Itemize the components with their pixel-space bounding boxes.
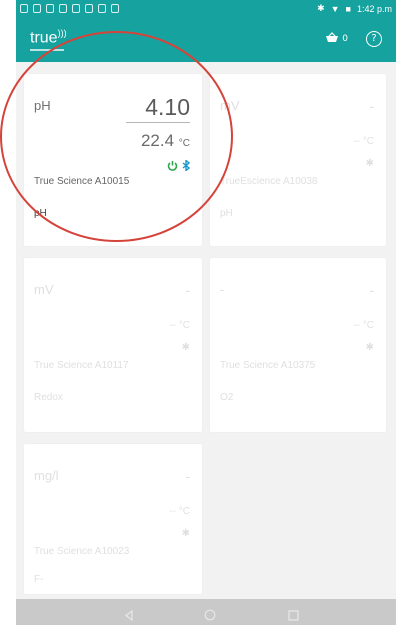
card-unit: mV	[220, 98, 240, 113]
notification-icon	[85, 4, 93, 13]
bluetooth-icon: ✱	[181, 342, 190, 353]
device-grid: pH 4.10 22.4 °C True Science A10015 pH m…	[16, 62, 396, 599]
device-card[interactable]: mV - -- °C ✱ True Science A10117 Redox	[24, 258, 202, 432]
notification-icon	[98, 4, 106, 13]
connection-status	[167, 158, 191, 176]
card-value: -	[185, 468, 190, 484]
back-icon[interactable]	[124, 606, 134, 625]
status-right: ✱ ▼ ■ 1:42 p.m	[317, 3, 392, 14]
notification-icon	[72, 4, 80, 13]
card-value: -	[185, 282, 190, 298]
card-unit: pH	[34, 98, 51, 113]
battery-icon: ■	[345, 3, 351, 14]
notification-icons	[20, 4, 119, 13]
clock: 1:42 p.m	[356, 3, 392, 14]
app-logo: true)))	[30, 28, 67, 47]
bluetooth-icon	[182, 158, 191, 176]
device-card[interactable]: - - -- °C ✱ True Science A10375 O2	[210, 258, 386, 432]
card-unit: mg/l	[34, 468, 59, 483]
card-temperature: 22.4 °C	[140, 131, 190, 150]
basket-button[interactable]: 0	[325, 32, 348, 46]
card-value: -	[369, 98, 374, 114]
card-temperature: -- °C	[353, 136, 374, 147]
logo-underline	[30, 49, 64, 51]
device-card[interactable]: pH 4.10 22.4 °C True Science A10015 pH	[24, 74, 202, 246]
basket-count: 0	[342, 34, 348, 44]
notification-icon	[33, 4, 41, 13]
recents-icon[interactable]	[288, 606, 299, 625]
notification-icon	[111, 4, 119, 13]
connection-status: ✱	[366, 158, 374, 169]
card-parameter: Redox	[34, 392, 63, 403]
system-nav-bar	[16, 599, 396, 625]
card-parameter: pH	[34, 208, 47, 219]
connection-status: ✱	[182, 342, 190, 353]
card-device: True Science A10375	[220, 360, 316, 371]
help-icon[interactable]: ?	[366, 31, 382, 47]
power-icon	[167, 158, 178, 176]
status-bar: ✱ ▼ ■ 1:42 p.m	[16, 0, 396, 20]
card-parameter: pH	[220, 208, 233, 219]
card-device: True Science A10023	[34, 546, 130, 557]
card-parameter: O2	[220, 392, 234, 403]
home-icon[interactable]	[204, 606, 216, 625]
bluetooth-icon: ✱	[181, 528, 190, 539]
card-temperature: -- °C	[169, 506, 190, 517]
card-value: -	[369, 282, 374, 298]
card-unit: -	[220, 282, 225, 297]
device-card[interactable]: mV - -- °C ✱ TrueEscience A10038 pH	[210, 74, 386, 246]
notification-icon	[46, 4, 54, 13]
card-temperature: -- °C	[169, 320, 190, 331]
card-temperature: -- °C	[353, 320, 374, 331]
card-parameter: F-	[34, 574, 44, 585]
device-card[interactable]: mg/l - -- °C ✱ True Science A10023 F-	[24, 444, 202, 594]
connection-status: ✱	[366, 342, 374, 353]
card-unit: mV	[34, 282, 54, 297]
basket-icon	[325, 32, 339, 46]
notification-icon	[59, 4, 67, 13]
card-device: TrueEscience A10038	[220, 176, 318, 187]
card-device: True Science A10117	[34, 360, 129, 371]
card-device: True Science A10015	[34, 176, 130, 187]
card-value: 4.10	[145, 94, 190, 120]
bluetooth-icon: ✱	[365, 158, 374, 169]
notification-icon	[20, 4, 28, 13]
value-underline	[126, 122, 190, 123]
bluetooth-icon: ✱	[365, 342, 374, 353]
app-bar: true))) 0 ?	[16, 20, 396, 62]
bluetooth-icon: ✱	[317, 3, 325, 13]
wifi-icon: ▼	[330, 3, 340, 14]
connection-status: ✱	[182, 528, 190, 539]
